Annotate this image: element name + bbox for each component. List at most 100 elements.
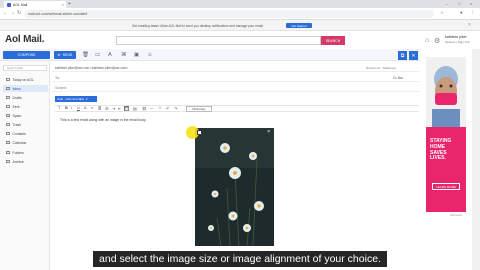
- text-color-icon[interactable]: A: [84, 106, 87, 110]
- divider: [52, 91, 420, 92]
- mail-search-input[interactable]: [116, 36, 321, 45]
- browser-tab-bar: [0, 0, 480, 8]
- compose-button[interactable]: COMPOSE: [3, 51, 50, 59]
- user-profile-icon[interactable]: ●: [460, 10, 463, 15]
- folder-icon: [6, 122, 10, 127]
- numbered-list-icon[interactable]: ≣: [98, 106, 101, 111]
- horizontal-rule-icon[interactable]: —: [150, 106, 154, 110]
- sidebar-item-archive[interactable]: Archive: [3, 158, 48, 165]
- image-remove-close-icon[interactable]: ×: [267, 129, 270, 135]
- notification-close-icon[interactable]: ×: [468, 22, 471, 28]
- notification-text: Get emailing faster. Allow AOL Mail to s…: [132, 24, 264, 28]
- popout-button[interactable]: ⧉: [398, 51, 407, 60]
- close-compose-button[interactable]: ✕: [409, 51, 418, 60]
- notification-get-started-button[interactable]: Get Started: [286, 23, 312, 28]
- chevron-down-icon: ▾: [86, 97, 88, 101]
- adchoices-label[interactable]: AdChoices: [450, 214, 463, 217]
- sidebar-item-drafts[interactable]: Drafts: [3, 94, 48, 101]
- sidebar-item-folders[interactable]: Folders: [3, 149, 48, 156]
- advertisement-banner[interactable]: STAYING HOME SAVES LIVES. LEARN MORE: [426, 57, 466, 212]
- sidebar-item-inbox[interactable]: Inbox: [3, 85, 48, 92]
- bold-icon[interactable]: B: [65, 106, 68, 110]
- folder-icon: [6, 104, 10, 109]
- tab-title: AOL Mail: [13, 2, 28, 7]
- image-align-icon[interactable]: ▤: [133, 106, 137, 111]
- home-icon[interactable]: ⌂: [425, 37, 429, 44]
- spellcheck-icon[interactable]: A: [108, 52, 112, 58]
- emoji-icon[interactable]: ☺: [147, 52, 153, 58]
- sidebar-item-label: Contacts: [12, 131, 26, 136]
- to-label: To:: [55, 76, 60, 80]
- sidebar-item-sent[interactable]: Sent: [3, 103, 48, 110]
- back-arrow-icon[interactable]: ←: [3, 10, 8, 16]
- cc-bcc-link[interactable]: Cc Bcc: [393, 76, 403, 80]
- user-name[interactable]: kathleen piker: [445, 35, 467, 39]
- font-select-value: Arial · Normal (10pt): [57, 97, 85, 101]
- insert-image-icon[interactable]: ▣: [124, 106, 129, 111]
- email-body-text[interactable]: This is a test email along with an image…: [60, 118, 146, 122]
- sidebar-search-input[interactable]: Search Mail: [3, 65, 47, 71]
- aol-favicon-icon: [7, 2, 11, 7]
- trash-icon[interactable]: 🗑: [82, 52, 89, 58]
- settings-gear-icon[interactable]: ⚙: [434, 37, 440, 45]
- url-text: mail.aol.com/webmail-std/en-us/suite#: [28, 12, 88, 16]
- attach-icon[interactable]: ⌘: [121, 52, 127, 58]
- sidebar-item-spam[interactable]: Spam: [3, 112, 48, 119]
- minimize-button[interactable]: –: [446, 1, 448, 6]
- search-button[interactable]: SEARCH: [321, 36, 345, 45]
- forward-arrow-icon[interactable]: →: [10, 10, 15, 16]
- font-select-dropdown[interactable]: Arial · Normal (10pt) ▾: [55, 96, 97, 102]
- image-edit-handle-icon[interactable]: [197, 130, 202, 135]
- sidebar-item-label: Sent: [12, 104, 20, 109]
- sidebar-search-placeholder: Search Mail: [7, 66, 23, 70]
- folder-icon: [6, 140, 10, 145]
- redo-icon[interactable]: ↷: [174, 106, 177, 111]
- sidebar-item-today-on-aol[interactable]: Today on AOL: [3, 76, 48, 83]
- folder-icon: [6, 159, 10, 164]
- page-scrollbar[interactable]: [472, 49, 480, 270]
- image-icon[interactable]: ▣: [134, 52, 139, 58]
- browser-tab[interactable]: AOL Mail ×: [4, 1, 66, 8]
- link-icon[interactable]: ⛓: [142, 106, 147, 111]
- formatting-toolbar: [55, 105, 419, 112]
- ad-learn-more-button[interactable]: LEARN MORE: [432, 183, 460, 190]
- bullet-list-icon[interactable]: ≡: [91, 106, 93, 110]
- emoticon-icon[interactable]: ☺: [158, 106, 162, 110]
- sidebar-item-label: Inbox: [12, 86, 21, 91]
- folder-icon: [6, 86, 10, 91]
- font-size-icon[interactable]: T: [58, 106, 60, 110]
- star-bookmark-icon[interactable]: ☆: [440, 10, 444, 16]
- sidebar-item-calendar[interactable]: Calendar: [3, 139, 48, 146]
- sidebar-item-label: Calendar: [12, 140, 27, 145]
- outdent-icon[interactable]: ⇤: [118, 106, 121, 111]
- italic-icon[interactable]: I: [71, 106, 72, 110]
- sidebar-item-label: Spam: [12, 113, 22, 118]
- emoticons-stationery-links[interactable]: Emoticons · Stationery: [366, 66, 396, 70]
- tab-close-icon[interactable]: ×: [62, 2, 64, 7]
- align-left-icon[interactable]: ☰: [105, 106, 108, 111]
- sidebar-item-contacts[interactable]: Contacts: [3, 130, 48, 137]
- reload-icon[interactable]: ↻: [17, 10, 21, 16]
- url-field[interactable]: mail.aol.com/webmail-std/en-us/suite#: [24, 10, 434, 18]
- dictionary-button[interactable]: Dictionary: [186, 105, 212, 112]
- subject-field[interactable]: Subject: [55, 86, 66, 90]
- indent-icon[interactable]: ⇥: [112, 106, 115, 111]
- user-options-links[interactable]: Options | Sign Out: [445, 40, 469, 44]
- sidebar-item-trash[interactable]: Trash: [3, 121, 48, 128]
- menu-dots-icon[interactable]: ⋮: [470, 10, 475, 16]
- underline-icon[interactable]: U: [77, 106, 80, 110]
- folder-icon: [6, 95, 10, 100]
- maximize-button[interactable]: □: [458, 1, 460, 6]
- send-button[interactable]: ➤ SEND: [54, 51, 76, 59]
- from-field[interactable]: kathleen.piker@aol.com <kathleen.piker@a…: [55, 66, 128, 70]
- sidebar-item-label: Today on AOL: [12, 77, 34, 82]
- window-close-button[interactable]: ×: [470, 1, 472, 6]
- folder-icon: [6, 131, 10, 136]
- sidebar-item-label: Trash: [12, 122, 22, 127]
- save-draft-icon[interactable]: ▭: [95, 52, 100, 58]
- inserted-image[interactable]: [195, 128, 274, 246]
- undo-icon[interactable]: ↶: [166, 106, 169, 111]
- folder-icon: [6, 77, 10, 82]
- aol-mail-logo[interactable]: Aol Mail.: [5, 34, 45, 45]
- new-tab-button[interactable]: +: [68, 1, 71, 7]
